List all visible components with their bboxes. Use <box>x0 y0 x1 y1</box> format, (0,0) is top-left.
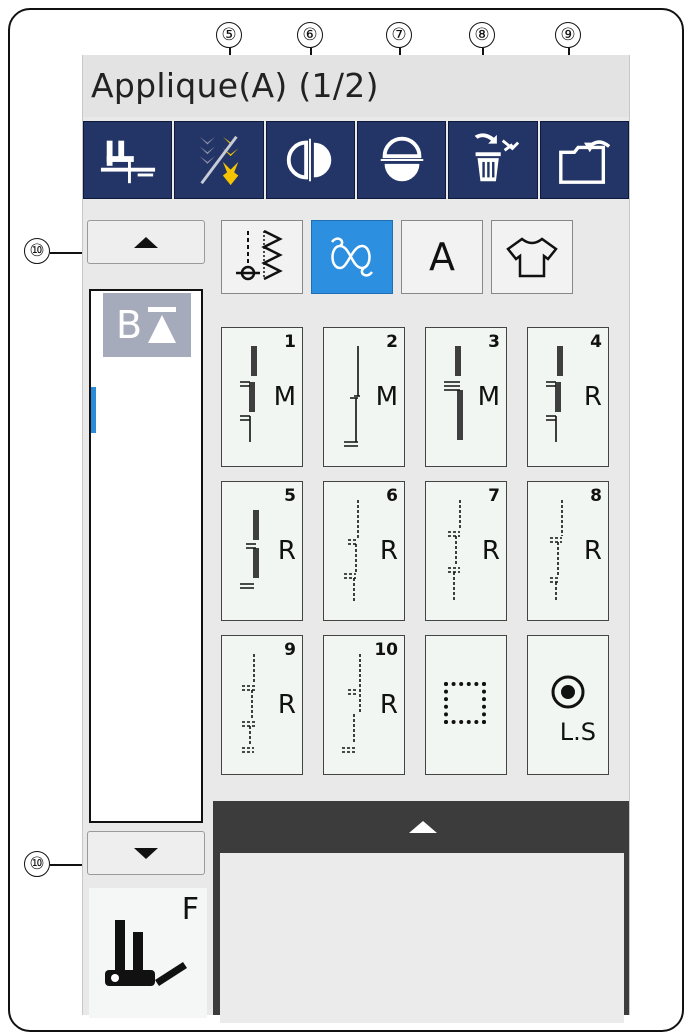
stitch-foot-letter: M <box>273 382 296 412</box>
stitch-number: 9 <box>284 640 296 660</box>
callout-10-bottom: ⑩ <box>24 851 50 877</box>
callout-7: ⑦ <box>386 22 412 48</box>
stitch-foot-letter: R <box>583 382 602 412</box>
stitch-number: 4 <box>590 332 602 352</box>
stitch-tile[interactable]: 7R <box>425 481 507 621</box>
needle-setup-button[interactable] <box>83 121 173 199</box>
locking-stitch-icon <box>551 675 585 709</box>
category-decorative-button[interactable] <box>311 220 393 294</box>
stitch-tile[interactable]: 9R <box>221 635 303 775</box>
callout-8: ⑧ <box>469 22 495 48</box>
callout-5: ⑤ <box>216 22 242 48</box>
stitch-foot-letter: R <box>277 690 296 720</box>
dotted-square-icon <box>444 682 486 724</box>
stitch-tile[interactable]: 8R <box>527 481 609 621</box>
presser-foot-icon <box>105 920 187 986</box>
stitch-tile[interactable]: L.S <box>527 635 609 775</box>
stitch-number: 8 <box>590 486 602 506</box>
stitch-foot-letter: L.S <box>559 718 596 746</box>
expand-arrow-up-icon[interactable] <box>409 821 437 833</box>
stitch-pattern-icon <box>344 346 360 447</box>
decorative-stitch-icon <box>331 237 373 277</box>
stitch-foot-letter: R <box>379 690 398 720</box>
stitch-foot-letter: M <box>477 382 500 412</box>
cursor-marker <box>91 387 96 433</box>
letter-a-icon: A <box>429 235 455 279</box>
callout-9: ⑨ <box>555 22 581 48</box>
trash-icon <box>474 133 520 182</box>
stitch-tile[interactable]: 2M <box>323 327 405 467</box>
mirror-image-horizontal-icon <box>380 136 423 182</box>
stitch-foot-letter: R <box>379 536 398 566</box>
stitch-foot-letter: R <box>277 536 296 566</box>
stitch-pattern-icon <box>240 510 259 589</box>
stitch-foot-letter: M <box>375 382 398 412</box>
stitch-tile[interactable]: 6R <box>323 481 405 621</box>
category-letter-button[interactable]: A <box>401 220 483 294</box>
mirror-horizontal-button[interactable] <box>356 121 447 199</box>
title-bar: Applique(A) (1/2) <box>83 55 629 117</box>
stitch-pattern-icon <box>344 500 359 602</box>
stitch-pattern-icon <box>550 500 563 602</box>
folder-back-icon <box>559 140 611 184</box>
stitch-number: 7 <box>488 486 500 506</box>
stitch-foot-letter: R <box>583 536 602 566</box>
garment-icon <box>506 237 558 278</box>
mirror-vertical-button[interactable] <box>265 121 355 199</box>
stitch-number: 5 <box>284 486 296 506</box>
stitch-info-area <box>220 853 624 1023</box>
stitch-info-panel <box>213 801 629 1023</box>
arrow-up-icon <box>134 236 158 248</box>
mirror-image-vertical-icon <box>287 138 332 182</box>
screen-title: Applique(A) (1/2) <box>91 66 379 105</box>
callout-6: ⑥ <box>297 22 323 48</box>
delete-button[interactable] <box>448 121 538 199</box>
needle-setup-icon <box>100 140 155 184</box>
stitch-number: 2 <box>386 332 398 352</box>
arrow-down-icon <box>134 847 158 859</box>
callout-10-top: ⑩ <box>24 238 50 264</box>
utility-stitch-icon <box>236 229 283 281</box>
scroll-down-button[interactable] <box>87 831 205 875</box>
elongation-button[interactable] <box>174 121 264 199</box>
stitch-tile[interactable] <box>425 635 507 775</box>
pattern-chip[interactable]: B <box>103 293 191 357</box>
stitch-pattern-icon <box>342 654 361 753</box>
presser-foot-indicator: F <box>89 888 207 1018</box>
stitch-pattern-icon <box>240 346 257 442</box>
elongation-icon <box>199 135 239 186</box>
stitch-tile[interactable]: 3M <box>425 327 507 467</box>
top-of-pattern-icon <box>148 307 177 343</box>
stitch-number: 10 <box>374 640 398 660</box>
stitch-pattern-icon <box>242 654 256 753</box>
stitch-tile[interactable]: 1M <box>221 327 303 467</box>
stitch-foot-letter: R <box>481 536 500 566</box>
stitch-tile[interactable]: 4R <box>527 327 609 467</box>
category-utility-button[interactable] <box>221 220 303 294</box>
stitch-tile[interactable]: 10 R <box>323 635 405 775</box>
stitch-pattern-icon <box>444 346 463 440</box>
stitch-pattern-icon <box>448 500 461 600</box>
toolbar <box>83 121 629 199</box>
category-garment-button[interactable] <box>491 220 573 294</box>
stitch-pattern-icon <box>546 346 563 442</box>
lcd-screen: Applique(A) (1/2) B F A 1 M 2 M 3 M 4 R … <box>82 55 630 1023</box>
stitch-number: 3 <box>488 332 500 352</box>
scroll-up-button[interactable] <box>87 220 205 264</box>
stitch-number: 1 <box>284 332 296 352</box>
pattern-chip-label: B <box>115 303 143 347</box>
stitch-tile[interactable]: 5R <box>221 481 303 621</box>
pattern-memory-panel[interactable]: B <box>89 289 203 823</box>
file-open-button[interactable] <box>539 121 629 199</box>
stitch-number: 6 <box>386 486 398 506</box>
